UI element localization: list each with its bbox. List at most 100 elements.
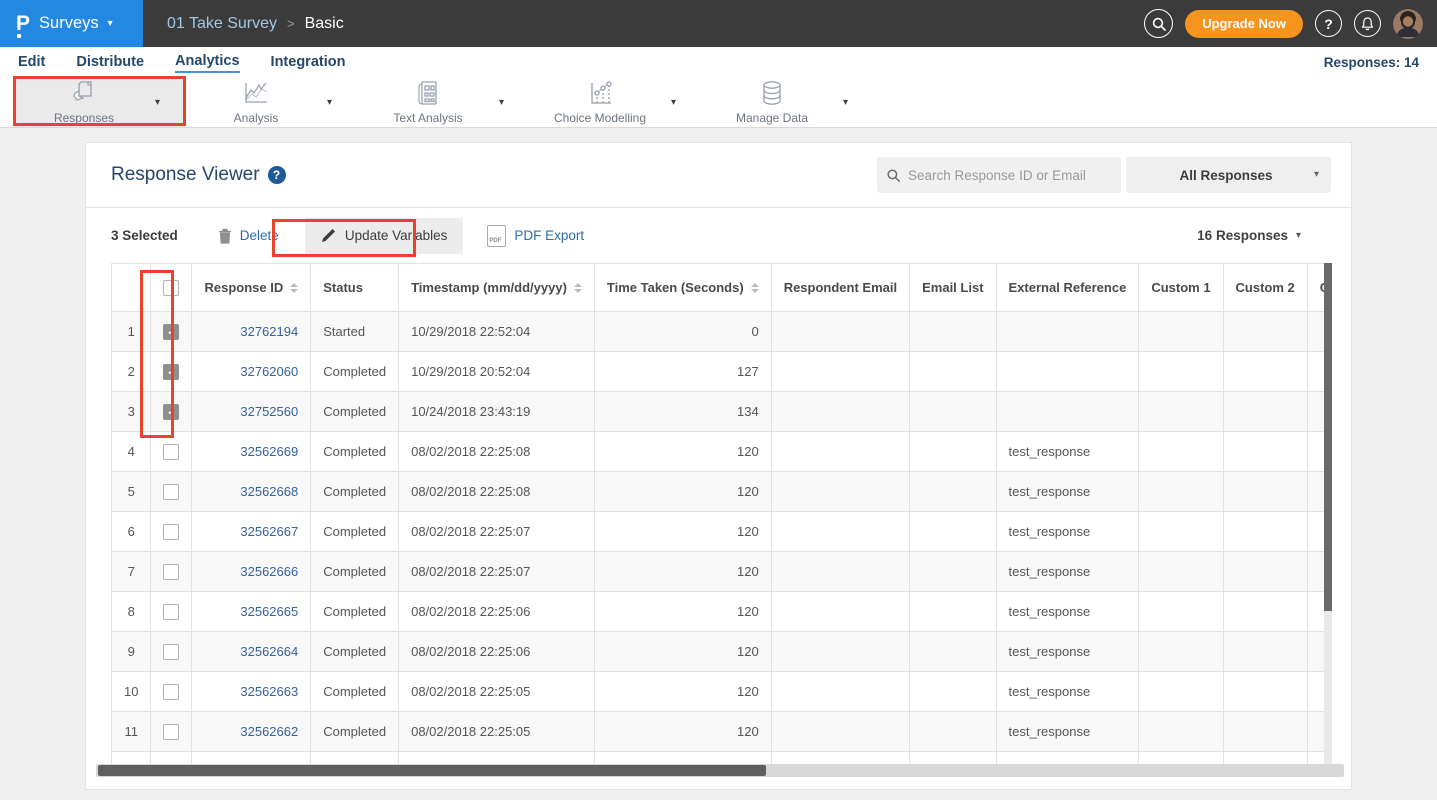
toolbar-item-responses[interactable]: Responses ▾ bbox=[13, 77, 185, 127]
column-header[interactable]: Email List bbox=[910, 264, 996, 312]
response-id-link[interactable]: 32562664 bbox=[240, 644, 298, 659]
response-id-link[interactable]: 32562666 bbox=[240, 564, 298, 579]
email-list-cell bbox=[910, 552, 996, 592]
table-row: 1032562663Completed08/02/2018 22:25:0512… bbox=[112, 672, 1325, 712]
row-checkbox[interactable] bbox=[163, 484, 179, 500]
user-avatar[interactable] bbox=[1393, 9, 1423, 39]
timestamp-cell: 08/02/2018 22:25:06 bbox=[399, 632, 595, 672]
update-variables-button[interactable]: Update Variables bbox=[305, 218, 464, 254]
custom3-cell bbox=[1307, 672, 1324, 712]
column-header[interactable]: Timestamp (mm/dd/yyyy) bbox=[399, 264, 595, 312]
survey-nav: Edit Distribute Analytics Integration Re… bbox=[0, 47, 1437, 77]
vertical-scrollbar[interactable] bbox=[1324, 263, 1332, 764]
custom1-cell bbox=[1139, 512, 1223, 552]
row-checkbox[interactable] bbox=[163, 604, 179, 620]
search-icon[interactable] bbox=[1144, 9, 1173, 38]
tab-analytics[interactable]: Analytics bbox=[175, 51, 239, 73]
response-id-link[interactable]: 32562667 bbox=[240, 524, 298, 539]
response-id-link[interactable]: 32752560 bbox=[240, 404, 298, 419]
tab-integration[interactable]: Integration bbox=[271, 52, 346, 72]
app-menu-button[interactable]: P Surveys ▾ bbox=[0, 0, 143, 47]
chevron-down-icon[interactable]: ▾ bbox=[499, 97, 529, 108]
row-checkbox[interactable]: ✓ bbox=[163, 404, 179, 420]
toolbar-item-text-analysis[interactable]: Text Analysis ▾ bbox=[357, 77, 529, 127]
column-header[interactable]: Custom 3 bbox=[1307, 264, 1324, 312]
questionpro-logo-icon: P bbox=[16, 13, 30, 34]
row-checkbox[interactable] bbox=[163, 524, 179, 540]
row-checkbox[interactable] bbox=[163, 564, 179, 580]
time-taken-cell: 134 bbox=[594, 392, 771, 432]
chevron-down-icon[interactable]: ▾ bbox=[327, 97, 357, 108]
tab-edit[interactable]: Edit bbox=[18, 52, 45, 72]
delete-button[interactable]: Delete bbox=[218, 228, 279, 244]
toolbar-item-manage-data[interactable]: Manage Data ▾ bbox=[701, 77, 873, 127]
vertical-scrollbar-thumb[interactable] bbox=[1324, 263, 1332, 611]
column-header[interactable]: Response ID bbox=[192, 264, 311, 312]
custom3-cell bbox=[1307, 472, 1324, 512]
email-list-cell bbox=[910, 632, 996, 672]
help-icon[interactable]: ? bbox=[1315, 10, 1342, 37]
horizontal-scrollbar-thumb[interactable] bbox=[98, 765, 766, 776]
column-header[interactable]: Time Taken (Seconds) bbox=[594, 264, 771, 312]
toolbar-item-choice-modelling[interactable]: Choice Modelling ▾ bbox=[529, 77, 701, 127]
timestamp-cell: 08/02/2018 22:25:05 bbox=[399, 672, 595, 712]
sort-icon[interactable] bbox=[574, 283, 582, 293]
row-checkbox[interactable] bbox=[163, 724, 179, 740]
notifications-bell-icon[interactable] bbox=[1354, 10, 1381, 37]
row-checkbox[interactable]: ✓ bbox=[163, 324, 179, 340]
response-id-link[interactable]: 32562669 bbox=[240, 444, 298, 459]
row-checkbox[interactable] bbox=[163, 444, 179, 460]
toolbar-item-analysis[interactable]: Analysis ▾ bbox=[185, 77, 357, 127]
chevron-down-icon[interactable]: ▾ bbox=[843, 97, 873, 108]
custom2-cell bbox=[1223, 432, 1307, 472]
custom1-cell bbox=[1139, 392, 1223, 432]
title-help-icon[interactable]: ? bbox=[268, 166, 286, 184]
sort-icon[interactable] bbox=[751, 283, 759, 293]
response-id-link[interactable]: 32562665 bbox=[240, 604, 298, 619]
row-checkbox[interactable] bbox=[163, 644, 179, 660]
row-checkbox[interactable]: ✓ bbox=[163, 364, 179, 380]
topbar-actions: Upgrade Now ? bbox=[1144, 9, 1437, 39]
custom2-cell bbox=[1223, 512, 1307, 552]
search-input[interactable] bbox=[908, 168, 1111, 183]
response-id-link[interactable]: 32562668 bbox=[240, 484, 298, 499]
response-filter-dropdown[interactable]: All Responses ▾ bbox=[1126, 157, 1331, 193]
table-row: 2✓32762060Completed10/29/2018 20:52:0412… bbox=[112, 352, 1325, 392]
table-row: 532562668Completed08/02/2018 22:25:08120… bbox=[112, 472, 1325, 512]
response-id-cell: 32562666 bbox=[192, 552, 311, 592]
table-header-row: Response IDStatusTimestamp (mm/dd/yyyy)T… bbox=[112, 264, 1325, 312]
column-header[interactable]: External Reference bbox=[996, 264, 1139, 312]
response-id-cell: 32562667 bbox=[192, 512, 311, 552]
tab-distribute[interactable]: Distribute bbox=[76, 52, 144, 72]
response-id-link[interactable]: 32562663 bbox=[240, 684, 298, 699]
custom2-cell bbox=[1223, 392, 1307, 432]
horizontal-scrollbar[interactable] bbox=[96, 764, 1344, 777]
response-id-link[interactable]: 32762194 bbox=[240, 324, 298, 339]
brand-label: Surveys bbox=[39, 14, 99, 33]
response-id-link[interactable]: 32762060 bbox=[240, 364, 298, 379]
table-row: 432562669Completed08/02/2018 22:25:08120… bbox=[112, 432, 1325, 472]
response-id-link[interactable]: 32562662 bbox=[240, 724, 298, 739]
column-header[interactable]: Respondent Email bbox=[771, 264, 909, 312]
chevron-down-icon[interactable]: ▾ bbox=[155, 97, 185, 108]
responses-pagesize-dropdown[interactable]: 16 Responses ▾ bbox=[1197, 228, 1301, 243]
custom1-cell bbox=[1139, 672, 1223, 712]
row-checkbox-cell bbox=[151, 552, 192, 592]
upgrade-now-button[interactable]: Upgrade Now bbox=[1185, 10, 1303, 38]
chevron-down-icon: ▾ bbox=[108, 19, 113, 29]
time-taken-cell: 120 bbox=[594, 552, 771, 592]
sort-icon[interactable] bbox=[290, 283, 298, 293]
pdf-export-button[interactable]: PDF PDF Export bbox=[487, 225, 584, 247]
column-header[interactable]: Custom 1 bbox=[1139, 264, 1223, 312]
breadcrumb-survey-name[interactable]: 01 Take Survey bbox=[167, 15, 277, 33]
external-reference-cell: test_response bbox=[996, 472, 1139, 512]
row-checkbox[interactable] bbox=[163, 684, 179, 700]
chevron-down-icon[interactable]: ▾ bbox=[671, 97, 701, 108]
row-number: 4 bbox=[112, 432, 151, 472]
column-header[interactable]: Status bbox=[311, 264, 399, 312]
column-header[interactable]: Custom 2 bbox=[1223, 264, 1307, 312]
time-taken-cell bbox=[594, 752, 771, 765]
email-list-cell bbox=[910, 752, 996, 765]
select-all-checkbox[interactable] bbox=[163, 280, 179, 296]
response-id-cell bbox=[192, 752, 311, 765]
